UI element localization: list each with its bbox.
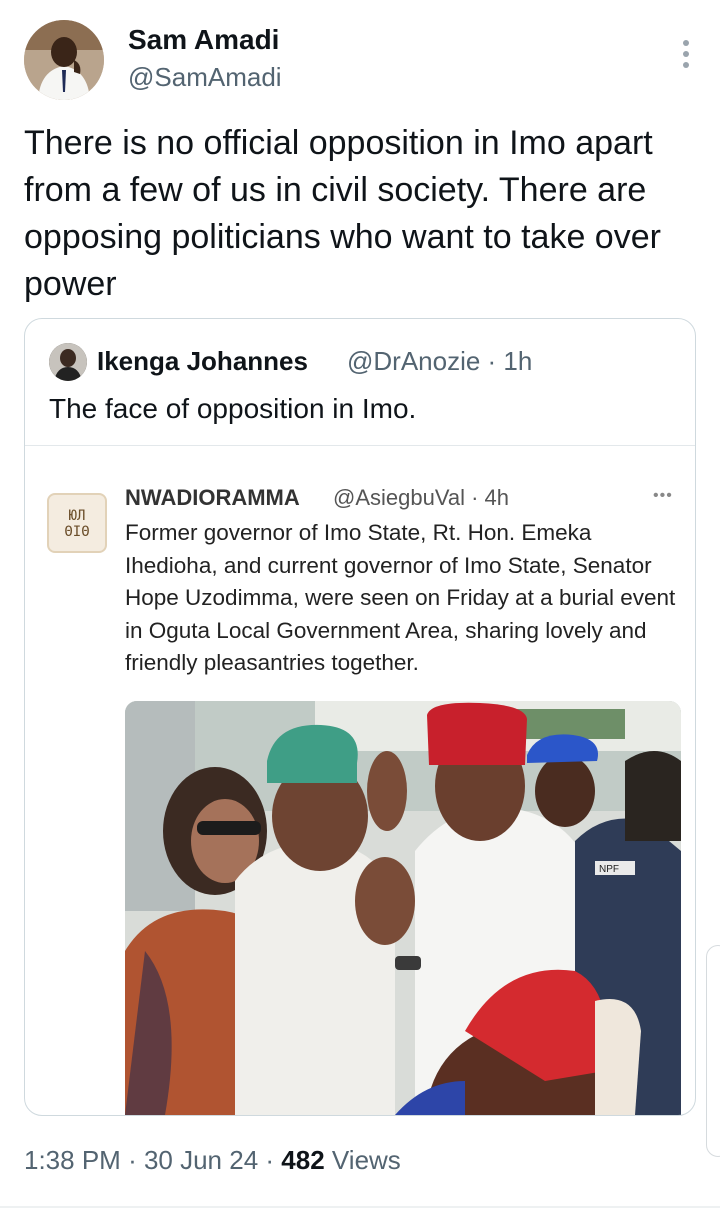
views-label: Views <box>331 1145 401 1175</box>
inner-author-handle: @AsiegbuVal · 4h <box>333 485 510 510</box>
quoted-tweet-text: The face of opposition in Imo. <box>49 393 417 424</box>
logo-text-top: ЮЛ <box>68 508 86 524</box>
quoted-author-handle[interactable]: @DrAnozie · 1h <box>347 346 532 377</box>
tweet-metadata: 1:38 PM · 30 Jun 24 · 482 Views <box>24 1145 401 1176</box>
news-photo[interactable]: NPF <box>125 701 681 1115</box>
npf-badge-text: NPF <box>599 864 619 875</box>
quoted-author-avatar[interactable] <box>49 343 87 381</box>
tweet-time[interactable]: 1:38 PM <box>24 1145 121 1175</box>
tweet-header: Sam Amadi @SamAmadi <box>24 20 704 102</box>
logo-text-bottom: ΘIΘ <box>64 524 90 540</box>
more-horizontal-icon: ••• <box>653 487 673 504</box>
views-count: 482 <box>281 1145 325 1175</box>
embedded-screenshot[interactable]: ЮЛ ΘIΘ NWADIORAMMA @AsiegbuVal · 4h ••• … <box>25 469 695 1115</box>
inner-tweet-text: Former governor of Imo State, Rt. Hon. E… <box>125 520 676 675</box>
scroll-handle[interactable] <box>706 945 720 1157</box>
author-name[interactable]: Sam Amadi <box>128 24 279 56</box>
author-avatar[interactable] <box>24 20 104 100</box>
author-handle[interactable]: @SamAmadi <box>128 62 282 93</box>
more-vertical-icon[interactable] <box>680 40 692 70</box>
quoted-author-name[interactable]: Ikenga Johannes <box>97 346 308 377</box>
separator-dot: · <box>265 1145 282 1175</box>
tweet-date[interactable]: 30 Jun 24 <box>144 1145 258 1175</box>
divider <box>25 445 695 446</box>
inner-author-name: NWADIORAMMA <box>125 485 300 510</box>
nwadioramma-logo-icon: ЮЛ ΘIΘ <box>47 493 107 553</box>
separator-dot: · <box>128 1145 144 1175</box>
quoted-tweet-card[interactable]: Ikenga Johannes @DrAnozie · 1h The face … <box>24 318 696 1116</box>
tweet-text: There is no official opposition in Imo a… <box>24 124 661 303</box>
divider <box>0 1206 720 1208</box>
